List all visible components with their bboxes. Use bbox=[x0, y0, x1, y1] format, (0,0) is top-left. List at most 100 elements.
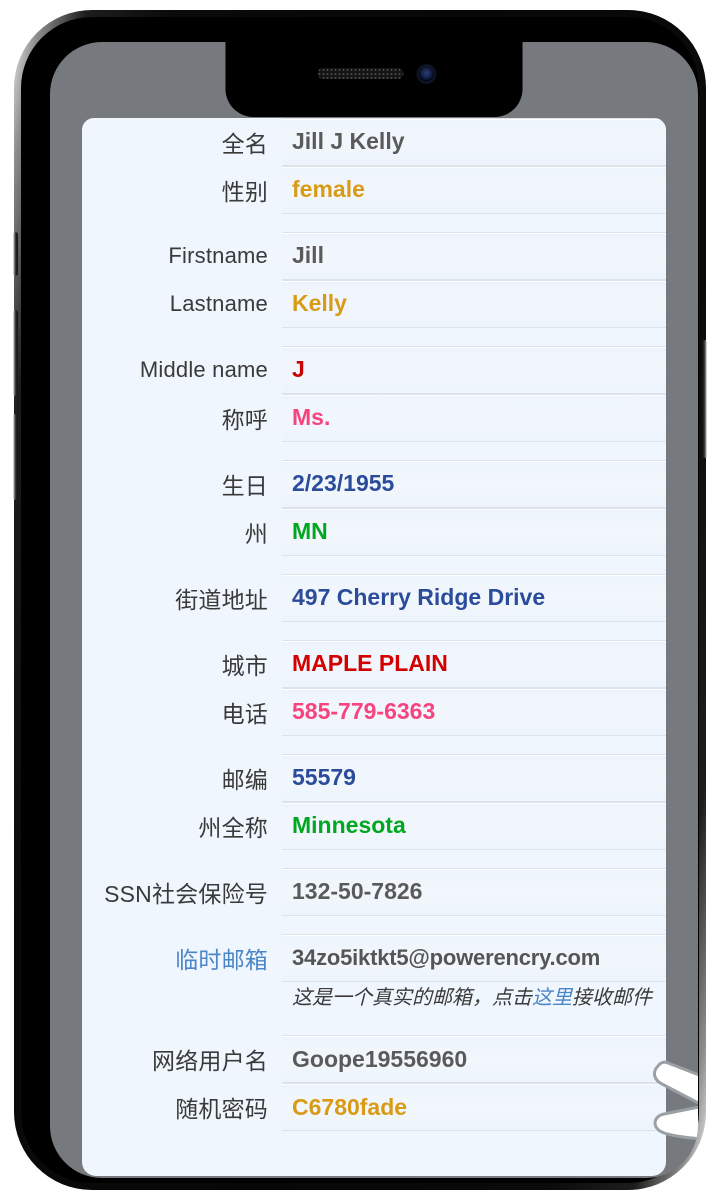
group-separator bbox=[82, 214, 666, 232]
value-state-full: Minnesota bbox=[292, 812, 406, 839]
input-phone[interactable]: 585-779-6363 bbox=[282, 688, 666, 736]
input-middlename[interactable]: J bbox=[282, 346, 666, 394]
label-street-address: 街道地址 bbox=[175, 587, 268, 613]
field-row-temp-email: 临时邮箱 34zo5iktkt5@powerencry.com bbox=[82, 934, 666, 982]
label-salutation: 称呼 bbox=[221, 407, 268, 433]
label-state-abbr: 州 bbox=[244, 521, 268, 547]
hint-spacer bbox=[82, 982, 282, 1017]
label-state-full: 州全称 bbox=[198, 815, 268, 841]
fake-identity-form-panel: 全名 Jill J Kelly 性别 female Firstname Jill Lastn… bbox=[82, 118, 666, 1176]
field-row-gender: 性别 female bbox=[82, 166, 666, 214]
power-button[interactable] bbox=[702, 340, 707, 458]
input-ssn[interactable]: 132-50-7826 bbox=[282, 868, 666, 916]
value-salutation: Ms. bbox=[292, 404, 331, 431]
label-temp-email[interactable]: 临时邮箱 bbox=[82, 934, 282, 982]
group-separator bbox=[82, 328, 666, 346]
input-street-address[interactable]: 497 Cherry Ridge Drive bbox=[282, 574, 666, 622]
label-zipcode: 邮编 bbox=[221, 767, 268, 793]
phone-frame: 全名 Jill J Kelly 性别 female Firstname Jill Lastn… bbox=[13, 10, 707, 1190]
hint-before: 这是一个真实的邮箱，点击 bbox=[292, 987, 532, 1009]
field-group: 邮编 55579 州全称 Minnesota bbox=[82, 754, 666, 850]
label-middlename: Middle name bbox=[139, 357, 268, 382]
value-temp-email: 34zo5iktkt5@powerencry.com bbox=[292, 944, 601, 970]
volume-down-button[interactable] bbox=[13, 414, 18, 500]
field-group: 城市 MAPLE PLAIN 电话 585-779-6363 bbox=[82, 640, 666, 736]
label-ssn: SSN社会保险号 bbox=[104, 881, 268, 907]
input-state-full[interactable]: Minnesota bbox=[282, 802, 666, 850]
input-zipcode[interactable]: 55579 bbox=[282, 754, 666, 802]
field-row-zipcode: 邮编 55579 bbox=[82, 754, 666, 802]
field-row-street-address: 街道地址 497 Cherry Ridge Drive bbox=[82, 574, 666, 622]
value-random-password: C6780fade bbox=[292, 1093, 408, 1120]
value-zipcode: 55579 bbox=[292, 764, 356, 791]
input-web-username[interactable]: Goope19556960 bbox=[282, 1035, 666, 1084]
value-gender: female bbox=[292, 176, 365, 203]
field-row-birthday: 生日 2/23/1955 bbox=[82, 460, 666, 508]
group-separator bbox=[82, 622, 666, 640]
field-row-middlename: Middle name J bbox=[82, 346, 666, 394]
value-street-address: 497 Cherry Ridge Drive bbox=[292, 584, 546, 611]
field-group: 全名 Jill J Kelly 性别 female bbox=[82, 118, 666, 214]
input-lastname[interactable]: Kelly bbox=[282, 280, 666, 328]
field-row-web-username: 网络用户名 Goope19556960 bbox=[82, 1035, 666, 1084]
email-hint-row: 这是一个真实的邮箱，点击这里接收邮件 bbox=[82, 982, 666, 1017]
label-firstname: Firstname bbox=[168, 243, 268, 268]
label-gender: 性别 bbox=[221, 179, 268, 205]
value-web-username: Goope19556960 bbox=[292, 1045, 468, 1072]
speaker-grille-icon bbox=[317, 68, 403, 79]
label-fullname: 全名 bbox=[221, 131, 268, 157]
value-ssn: 132-50-7826 bbox=[292, 878, 423, 905]
receive-mail-link[interactable]: 这里 bbox=[532, 987, 572, 1009]
label-random-password: 随机密码 bbox=[175, 1096, 268, 1123]
input-city[interactable]: MAPLE PLAIN bbox=[282, 640, 666, 688]
field-row-state-full: 州全称 Minnesota bbox=[82, 802, 666, 850]
input-salutation[interactable]: Ms. bbox=[282, 394, 666, 442]
group-separator bbox=[82, 1017, 666, 1035]
field-row-fullname: 全名 Jill J Kelly bbox=[82, 118, 666, 166]
field-row-lastname: Lastname Kelly bbox=[82, 280, 666, 328]
value-state-abbr: MN bbox=[292, 518, 328, 545]
field-row-city: 城市 MAPLE PLAIN bbox=[82, 640, 666, 688]
value-birthday: 2/23/1955 bbox=[292, 470, 395, 497]
field-row-phone: 电话 585-779-6363 bbox=[82, 688, 666, 736]
hint-after: 接收邮件 bbox=[572, 987, 652, 1009]
input-state-abbr[interactable]: MN bbox=[282, 508, 666, 556]
field-group: Middle name J 称呼 Ms. bbox=[82, 346, 666, 442]
group-separator bbox=[82, 916, 666, 934]
mute-switch-button[interactable] bbox=[13, 232, 18, 276]
value-city: MAPLE PLAIN bbox=[292, 650, 448, 677]
value-phone: 585-779-6363 bbox=[292, 698, 436, 725]
field-group: SSN社会保险号 132-50-7826 bbox=[82, 868, 666, 916]
group-separator bbox=[82, 850, 666, 868]
value-fullname: Jill J Kelly bbox=[292, 128, 405, 155]
group-separator bbox=[82, 556, 666, 574]
field-row-state-abbr: 州 MN bbox=[82, 508, 666, 556]
label-phone: 电话 bbox=[221, 701, 268, 727]
volume-up-button[interactable] bbox=[13, 310, 18, 396]
field-row-random-password: 随机密码 C6780fade bbox=[82, 1083, 666, 1132]
label-city: 城市 bbox=[221, 653, 268, 679]
field-row-ssn: SSN社会保险号 132-50-7826 bbox=[82, 868, 666, 916]
field-row-firstname: Firstname Jill bbox=[82, 232, 666, 280]
label-lastname: Lastname bbox=[169, 291, 268, 316]
phone-screen: 全名 Jill J Kelly 性别 female Firstname Jill Lastn… bbox=[50, 42, 698, 1178]
group-separator bbox=[82, 442, 666, 460]
input-firstname[interactable]: Jill bbox=[282, 232, 666, 280]
notch bbox=[225, 42, 523, 117]
input-fullname[interactable]: Jill J Kelly bbox=[282, 118, 666, 166]
field-group: 生日 2/23/1955 州 MN bbox=[82, 460, 666, 556]
field-group: Firstname Jill Lastname Kelly bbox=[82, 232, 666, 328]
front-camera-icon bbox=[418, 66, 434, 82]
input-birthday[interactable]: 2/23/1955 bbox=[282, 460, 666, 508]
label-birthday: 生日 bbox=[221, 473, 268, 499]
group-separator bbox=[82, 736, 666, 754]
input-random-password[interactable]: C6780fade bbox=[282, 1083, 666, 1132]
value-middlename: J bbox=[292, 356, 305, 383]
value-lastname: Kelly bbox=[292, 290, 347, 317]
field-row-salutation: 称呼 Ms. bbox=[82, 394, 666, 442]
value-firstname: Jill bbox=[292, 242, 324, 269]
input-gender[interactable]: female bbox=[282, 166, 666, 214]
email-hint-text: 这是一个真实的邮箱，点击这里接收邮件 bbox=[282, 982, 666, 1017]
input-temp-email[interactable]: 34zo5iktkt5@powerencry.com bbox=[282, 934, 666, 982]
label-web-username: 网络用户名 bbox=[152, 1048, 268, 1075]
